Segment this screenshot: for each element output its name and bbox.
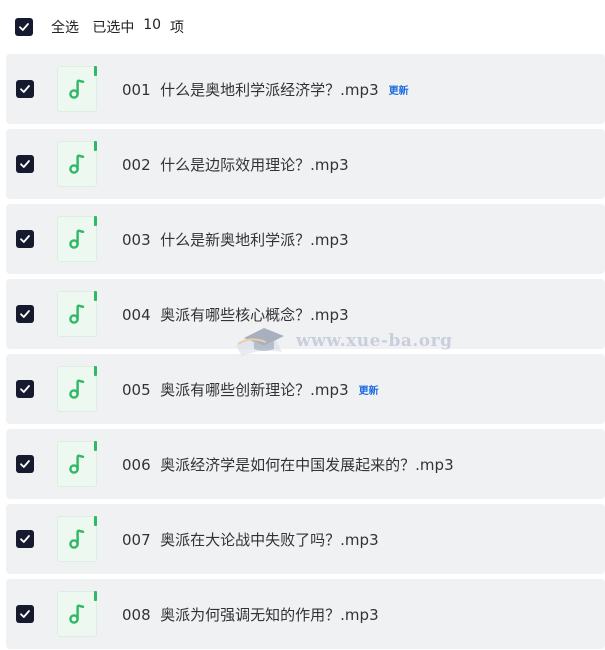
item-checkbox[interactable] [16,605,34,623]
selected-suffix: 项 [170,20,184,36]
audio-file-list: 001 什么是奥地利学派经济学？.mp3 更新 002 什么是边际效用理论？.mp3… [6,54,605,650]
music-note-icon [69,154,85,174]
file-title[interactable]: 005 奥派有哪些创新理论？.mp3 [122,379,349,400]
item-checkbox[interactable] [16,80,34,98]
file-title[interactable]: 002 什么是边际效用理论？.mp3 [122,154,349,175]
audio-file-thumbnail [57,441,97,487]
thumbnail-corner-mark [94,516,97,526]
selected-count: 10 [143,17,162,33]
file-title[interactable]: 007 奥派在大论战中失败了吗？.mp3 [122,529,379,550]
file-title[interactable]: 004 奥派有哪些核心概念？.mp3 [122,304,349,325]
music-note-icon [69,379,85,399]
checkmark-icon [20,235,30,243]
item-checkbox[interactable] [16,305,34,323]
audio-file-thumbnail [57,366,97,412]
item-checkbox[interactable] [16,155,34,173]
list-item[interactable]: 008 奥派为何强调无知的作用？.mp3 [6,579,605,649]
list-item[interactable]: 007 奥派在大论战中失败了吗？.mp3 [6,504,605,574]
music-note-icon [69,454,85,474]
thumbnail-corner-mark [94,291,97,301]
list-item[interactable]: 006 奥派经济学是如何在中国发展起来的？.mp3 [6,429,605,499]
thumbnail-corner-mark [94,216,97,226]
thumbnail-corner-mark [94,441,97,451]
music-note-icon [69,79,85,99]
music-note-icon [69,229,85,249]
item-checkbox[interactable] [16,530,34,548]
list-item[interactable]: 005 奥派有哪些创新理论？.mp3 更新 [6,354,605,424]
checkmark-icon [20,610,30,618]
audio-file-thumbnail [57,591,97,637]
update-badge: 更新 [388,85,409,97]
file-title[interactable]: 001 什么是奥地利学派经济学？.mp3 [122,79,379,100]
list-item[interactable]: 002 什么是边际效用理论？.mp3 [6,129,605,199]
audio-file-thumbnail [57,66,97,112]
audio-file-thumbnail [57,141,97,187]
music-note-icon [69,604,85,624]
audio-file-thumbnail [57,216,97,262]
selected-prefix: 已选中 [92,20,135,36]
select-all-label[interactable]: 全选 [51,17,79,37]
select-all-checkbox[interactable] [15,18,33,36]
audio-file-thumbnail [57,516,97,562]
music-note-icon [69,304,85,324]
update-badge: 更新 [358,385,379,397]
checkmark-icon [20,460,30,468]
file-title[interactable]: 003 什么是新奥地利学派？.mp3 [122,229,349,250]
checkmark-icon [20,160,30,168]
list-item[interactable]: 004 奥派有哪些核心概念？.mp3 [6,279,605,349]
checkmark-icon [20,310,30,318]
list-item[interactable]: 001 什么是奥地利学派经济学？.mp3 更新 [6,54,605,124]
file-title[interactable]: 006 奥派经济学是如何在中国发展起来的？.mp3 [122,454,454,475]
selection-header: 全选 已选中 10 项 [0,0,605,54]
checkmark-icon [19,23,29,31]
thumbnail-corner-mark [94,66,97,76]
list-item[interactable]: 003 什么是新奥地利学派？.mp3 [6,204,605,274]
audio-file-thumbnail [57,291,97,337]
item-checkbox[interactable] [16,380,34,398]
checkmark-icon [20,385,30,393]
selection-summary: 全选 已选中 10 项 [51,17,184,37]
checkmark-icon [20,535,30,543]
checkmark-icon [20,85,30,93]
file-title[interactable]: 008 奥派为何强调无知的作用？.mp3 [122,604,379,625]
music-note-icon [69,529,85,549]
item-checkbox[interactable] [16,455,34,473]
thumbnail-corner-mark [94,141,97,151]
thumbnail-corner-mark [94,366,97,376]
item-checkbox[interactable] [16,230,34,248]
thumbnail-corner-mark [94,591,97,601]
